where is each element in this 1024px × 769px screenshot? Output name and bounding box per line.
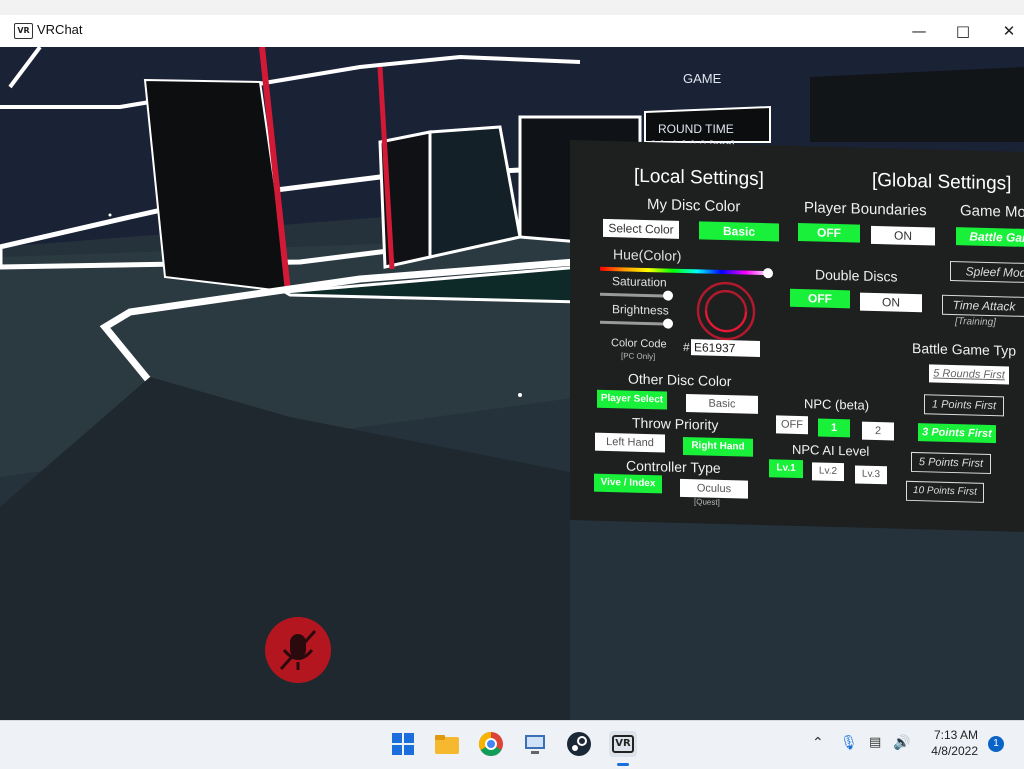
battle-game-type-label: Battle Game Typ	[912, 339, 1017, 359]
saturation-label: Saturation	[612, 274, 667, 290]
game-mode-label: Game Mo	[960, 202, 1024, 221]
double-discs-on-button[interactable]: ON	[860, 292, 922, 313]
select-color-button[interactable]: Select Color	[603, 218, 679, 239]
other-basic-button[interactable]: Basic	[686, 394, 758, 414]
1-points-first-button[interactable]: 1 Points First	[924, 394, 1004, 417]
color-code-hash: #	[683, 339, 690, 355]
saturation-slider[interactable]	[600, 292, 670, 298]
brightness-slider[interactable]	[600, 320, 670, 326]
window-titlebar: VR VRChat — □ ✕	[0, 15, 1024, 48]
color-code-note: [PC Only]	[621, 351, 656, 362]
right-hand-button[interactable]: Right Hand	[683, 436, 753, 457]
clock-date: 4/8/2022	[931, 744, 978, 758]
global-settings-header: [Global Settings]	[872, 169, 1012, 195]
npc-1-button[interactable]: 1	[818, 418, 850, 438]
vive-index-button[interactable]: Vive / Index	[594, 473, 662, 494]
start-menu-icon[interactable]	[390, 731, 416, 757]
vrchat-app-icon: VR	[14, 23, 33, 39]
volume-icon[interactable]: 🔊	[893, 735, 910, 751]
npc-lv3-button[interactable]: Lv.3	[855, 465, 887, 485]
notification-badge[interactable]: 1	[988, 736, 1004, 752]
screen-top-strip	[0, 0, 1024, 15]
training-note: [Training]	[955, 316, 996, 329]
5-points-first-button[interactable]: 5 Points First	[911, 451, 991, 475]
game-sign: GAME	[683, 71, 722, 86]
npc-lv1-button[interactable]: Lv.1	[769, 459, 803, 479]
clock-time: 7:13 AM	[933, 728, 978, 742]
npc-beta-label: NPC (beta)	[804, 396, 870, 413]
minimize-icon[interactable]: —	[896, 19, 942, 43]
controller-type-label: Controller Type	[626, 457, 721, 476]
local-settings-header: [Local Settings]	[634, 165, 764, 191]
double-discs-off-button[interactable]: OFF	[790, 288, 850, 309]
double-discs-label: Double Discs	[815, 266, 898, 285]
spleef-mode-button[interactable]: Spleef Mod	[950, 260, 1024, 284]
steam-icon[interactable]	[566, 731, 592, 757]
npc-lv2-button[interactable]: Lv.2	[812, 462, 844, 482]
active-app-indicator	[617, 763, 629, 766]
10-points-first-button[interactable]: 10 Points First	[906, 480, 984, 503]
network-icon[interactable]: ▤	[869, 735, 881, 750]
quest-note: [Quest]	[694, 497, 720, 507]
saturation-slider-knob[interactable]	[663, 290, 673, 301]
vrchat-taskbar-icon[interactable]: VR	[609, 731, 637, 757]
hue-slider-knob[interactable]	[763, 268, 773, 279]
muted-mic-indicator	[265, 617, 331, 683]
windows-taskbar: VR ⌃ 🎙 ▤ 🔊 7:13 AM 4/8/2022 1	[0, 720, 1024, 769]
player-boundaries-on-button[interactable]: ON	[871, 225, 935, 246]
maximize-icon[interactable]: □	[940, 19, 986, 43]
npc-ai-level-label: NPC AI Level	[792, 441, 870, 459]
player-boundaries-label: Player Boundaries	[804, 199, 927, 220]
disc-preview-icon	[696, 281, 756, 341]
microphone-icon[interactable]: 🎙	[840, 735, 858, 751]
brightness-label: Brightness	[612, 302, 669, 318]
chevron-up-icon[interactable]: ⌃	[812, 735, 824, 751]
round-time-label: ROUND TIME	[658, 122, 734, 136]
npc-2-button[interactable]: 2	[862, 421, 894, 441]
close-icon[interactable]: ✕	[986, 19, 1024, 43]
disc-settings-panel: [Local Settings] My Disc Color Select Co…	[570, 140, 1024, 533]
other-disc-color-label: Other Disc Color	[628, 370, 732, 390]
player-boundaries-off-button[interactable]: OFF	[798, 222, 860, 243]
left-hand-button[interactable]: Left Hand	[595, 432, 665, 453]
hue-label: Hue(Color)	[613, 246, 682, 264]
color-code-input[interactable]: E61937	[691, 339, 760, 357]
time-attack-button[interactable]: Time Attack	[942, 294, 1024, 317]
brightness-slider-knob[interactable]	[663, 318, 673, 329]
throw-priority-label: Throw Priority	[632, 414, 719, 433]
oculus-button[interactable]: Oculus	[680, 478, 748, 499]
3-points-first-button[interactable]: 3 Points First	[918, 423, 996, 444]
chrome-icon[interactable]	[478, 731, 504, 757]
player-select-button[interactable]: Player Select	[597, 389, 667, 410]
remote-desktop-icon[interactable]	[522, 731, 548, 757]
basic-color-button[interactable]: Basic	[699, 221, 779, 242]
my-disc-color-label: My Disc Color	[647, 196, 741, 216]
file-explorer-icon[interactable]	[434, 731, 460, 757]
vrchat-taskbar-label: VR	[612, 735, 634, 753]
mic-off-icon	[279, 629, 317, 671]
npc-off-button[interactable]: OFF	[776, 415, 808, 435]
5-rounds-first-button[interactable]: 5 Rounds First	[929, 364, 1009, 385]
color-code-label: Color Code	[611, 337, 667, 351]
window-title: VRChat	[37, 22, 83, 37]
system-clock[interactable]: 7:13 AM 4/8/2022	[931, 727, 978, 759]
battle-game-button[interactable]: Battle Gam	[956, 227, 1024, 248]
